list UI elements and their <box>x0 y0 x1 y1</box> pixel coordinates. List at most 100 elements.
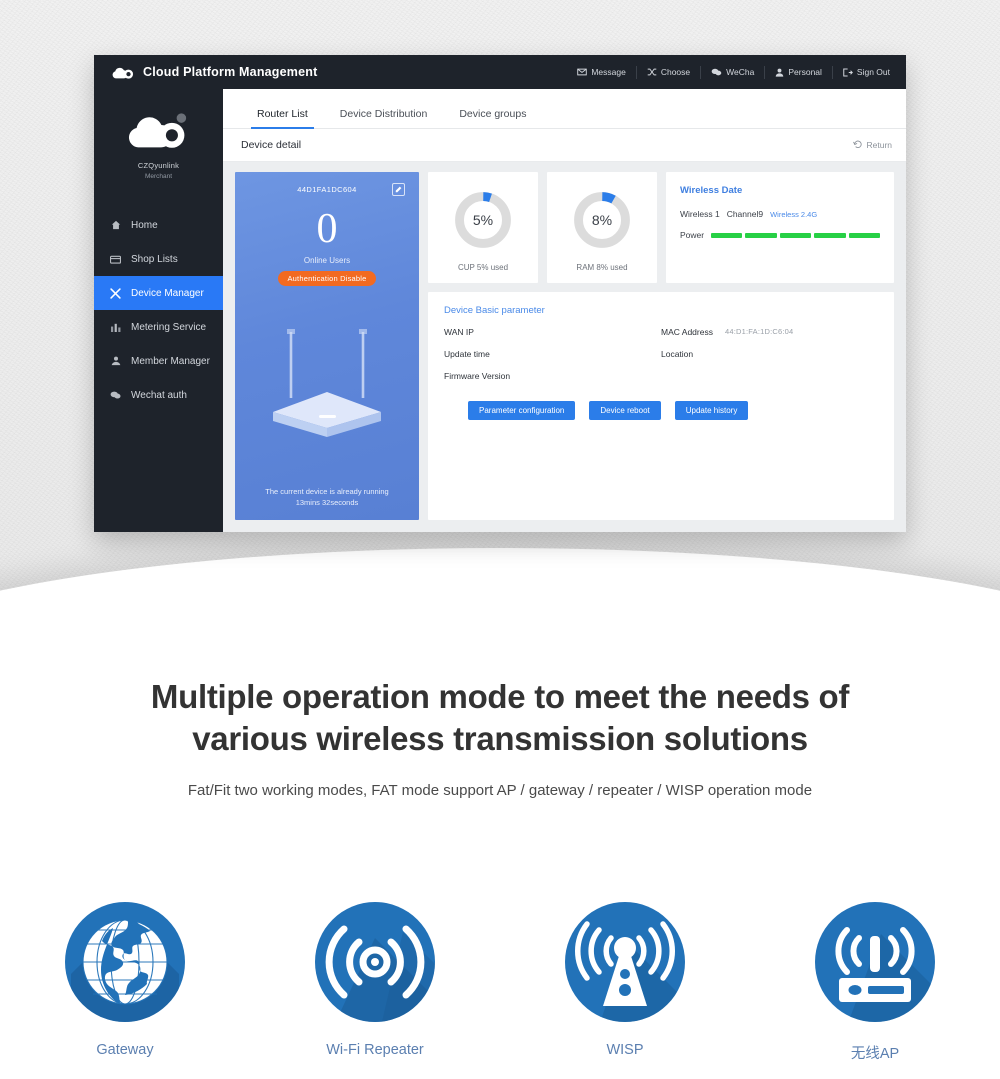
globe-icon <box>61 898 189 1026</box>
wrench-icon <box>110 287 121 299</box>
power-bars <box>711 232 880 238</box>
mode-wireless-ap[interactable]: 无线AP <box>750 898 1000 1063</box>
topnav-signout-label: Sign Out <box>856 67 890 77</box>
headline-line-2: various wireless transmission solutions <box>192 720 808 758</box>
ram-donut-chart: 8% <box>571 189 633 251</box>
field-label: Firmware Version <box>444 371 511 381</box>
page-title: Device detail <box>241 139 302 151</box>
app-window-screenshot: Cloud Platform Management Message Choose… <box>94 55 906 532</box>
power-bar <box>814 232 846 238</box>
cpu-stat-card: 5% CUP 5% used <box>428 172 538 283</box>
tab-device-groups[interactable]: Device groups <box>443 108 542 128</box>
online-users-label: Online Users <box>303 256 351 265</box>
panel-body: 44D1FA1DC604 0 Online Users Authenticati… <box>223 162 906 532</box>
action-button-row: Parameter configuration Device reboot Up… <box>444 401 878 420</box>
device-uptime-line2: 13mins 32seconds <box>295 497 359 507</box>
field-wan-ip: WAN IP <box>444 327 661 337</box>
sidebar-item-label: Metering Service <box>131 321 207 333</box>
field-firmware-version: Firmware Version <box>444 371 661 381</box>
status-badge: Authentication Disable <box>278 271 376 286</box>
wireless-radio-label: Wireless 1 <box>680 209 720 219</box>
tab-router-list[interactable]: Router List <box>241 108 324 129</box>
cloud-logo-icon <box>112 65 134 80</box>
online-users-count: 0 <box>316 206 338 252</box>
mode-label: Gateway <box>96 1042 154 1058</box>
ram-stat-card: 8% RAM 8% used <box>547 172 657 283</box>
sidebar-user[interactable]: CZQyunlink Merchant <box>94 161 223 180</box>
chat-icon <box>110 391 121 399</box>
cpu-percent-value: 5% <box>472 212 494 228</box>
content-area: Router List Device Distribution Device g… <box>223 89 906 532</box>
wireless-band-label: Wireless 2.4G <box>770 209 818 219</box>
tab-bar: Router List Device Distribution Device g… <box>223 89 906 129</box>
topnav-choose-label: Choose <box>660 67 691 77</box>
mode-label: 无线AP <box>850 1046 900 1062</box>
wireless-title: Wireless Date <box>680 185 743 196</box>
sidebar-item-label: Shop Lists <box>131 253 178 265</box>
stats-row: 5% CUP 5% used 8% RAM 8% used Wireless D… <box>428 172 894 283</box>
sidebar-item-member-manager[interactable]: Member Manager <box>94 344 223 378</box>
topnav-personal[interactable]: Personal <box>765 65 833 79</box>
field-value: 44:D1:FA:1D:C6:04 <box>724 327 794 336</box>
field-label: WAN IP <box>444 327 474 337</box>
sidebar-logo <box>94 111 223 151</box>
sidebar-item-wechat-auth[interactable]: Wechat auth <box>94 378 223 412</box>
wireless-data-card: Wireless Date Wireless 1 Channel9 Wirele… <box>666 172 894 283</box>
shuffle-icon <box>647 68 657 76</box>
edit-square-icon[interactable] <box>392 183 405 196</box>
sidebar: CZQyunlink Merchant Home Shop Lists Devi… <box>94 89 223 532</box>
field-mac-address: MAC Address 44:D1:FA:1D:C6:04 <box>661 327 878 337</box>
sidebar-menu: Home Shop Lists Device Manager Metering … <box>94 208 223 412</box>
power-bar <box>848 232 880 238</box>
device-reboot-button[interactable]: Device reboot <box>589 401 661 420</box>
tab-device-distribution[interactable]: Device Distribution <box>324 108 444 128</box>
topnav-message-label: Message <box>591 67 626 77</box>
topbar-nav: Message Choose WeCha Personal Sign Out <box>567 65 892 79</box>
topnav-wechat[interactable]: WeCha <box>701 65 766 79</box>
field-location: Location <box>661 349 878 359</box>
operation-modes-row: Gateway Wi-Fi Repeater WISP 无线AP <box>0 898 1000 1063</box>
return-button[interactable]: Return <box>853 140 892 151</box>
router-illustration <box>247 296 407 451</box>
power-bar <box>745 232 777 238</box>
mode-wifi-repeater[interactable]: Wi-Fi Repeater <box>250 898 500 1063</box>
wifi-signal-icon <box>311 898 439 1026</box>
sidebar-item-metering-service[interactable]: Metering Service <box>94 310 223 344</box>
sidebar-user-role: Merchant <box>144 173 173 180</box>
device-uptime: The current device is already running 13… <box>235 486 419 509</box>
background-wave-fill <box>0 615 1000 675</box>
device-uptime-line1: The current device is already running <box>265 486 389 496</box>
home-icon <box>110 220 121 230</box>
antenna-tower-icon <box>561 898 689 1026</box>
update-history-button[interactable]: Update history <box>674 401 749 420</box>
marketing-headline: Multiple operation mode to meet the need… <box>0 676 1000 760</box>
cpu-donut-chart: 5% <box>452 189 514 251</box>
topnav-wechat-label: WeCha <box>726 67 755 77</box>
topnav-message[interactable]: Message <box>567 65 637 79</box>
wireless-router-icon <box>811 898 939 1026</box>
basic-parameter-grid: WAN IP Update time Firmware Version MAC … <box>444 327 878 381</box>
topnav-signout[interactable]: Sign Out <box>833 66 892 79</box>
mode-gateway[interactable]: Gateway <box>0 898 250 1063</box>
sidebar-item-home[interactable]: Home <box>94 208 223 242</box>
return-label: Return <box>866 140 892 150</box>
right-column: 5% CUP 5% used 8% RAM 8% used Wireless D… <box>428 172 894 520</box>
topnav-choose[interactable]: Choose <box>637 65 702 79</box>
sidebar-item-label: Member Manager <box>131 355 210 367</box>
basic-parameter-title: Device Basic parameter <box>444 305 545 316</box>
sidebar-item-device-manager[interactable]: Device Manager <box>94 276 223 310</box>
sidebar-item-shop-lists[interactable]: Shop Lists <box>94 242 223 276</box>
basic-left-column: WAN IP Update time Firmware Version <box>444 327 661 381</box>
ram-percent-value: 8% <box>591 212 613 228</box>
device-card: 44D1FA1DC604 0 Online Users Authenticati… <box>235 172 419 520</box>
shop-icon <box>110 255 121 264</box>
chart-icon <box>110 322 121 332</box>
wireless-info-row: Wireless 1 Channel9 Wireless 2.4G <box>680 209 880 219</box>
app-title: Cloud Platform Management <box>143 65 318 79</box>
brand: Cloud Platform Management <box>112 65 317 80</box>
field-label: Location <box>661 349 694 359</box>
sidebar-item-label: Device Manager <box>131 287 204 299</box>
mode-label: Wi-Fi Repeater <box>326 1042 424 1058</box>
mode-wisp[interactable]: WISP <box>500 898 750 1063</box>
parameter-configuration-button[interactable]: Parameter configuration <box>468 401 576 420</box>
